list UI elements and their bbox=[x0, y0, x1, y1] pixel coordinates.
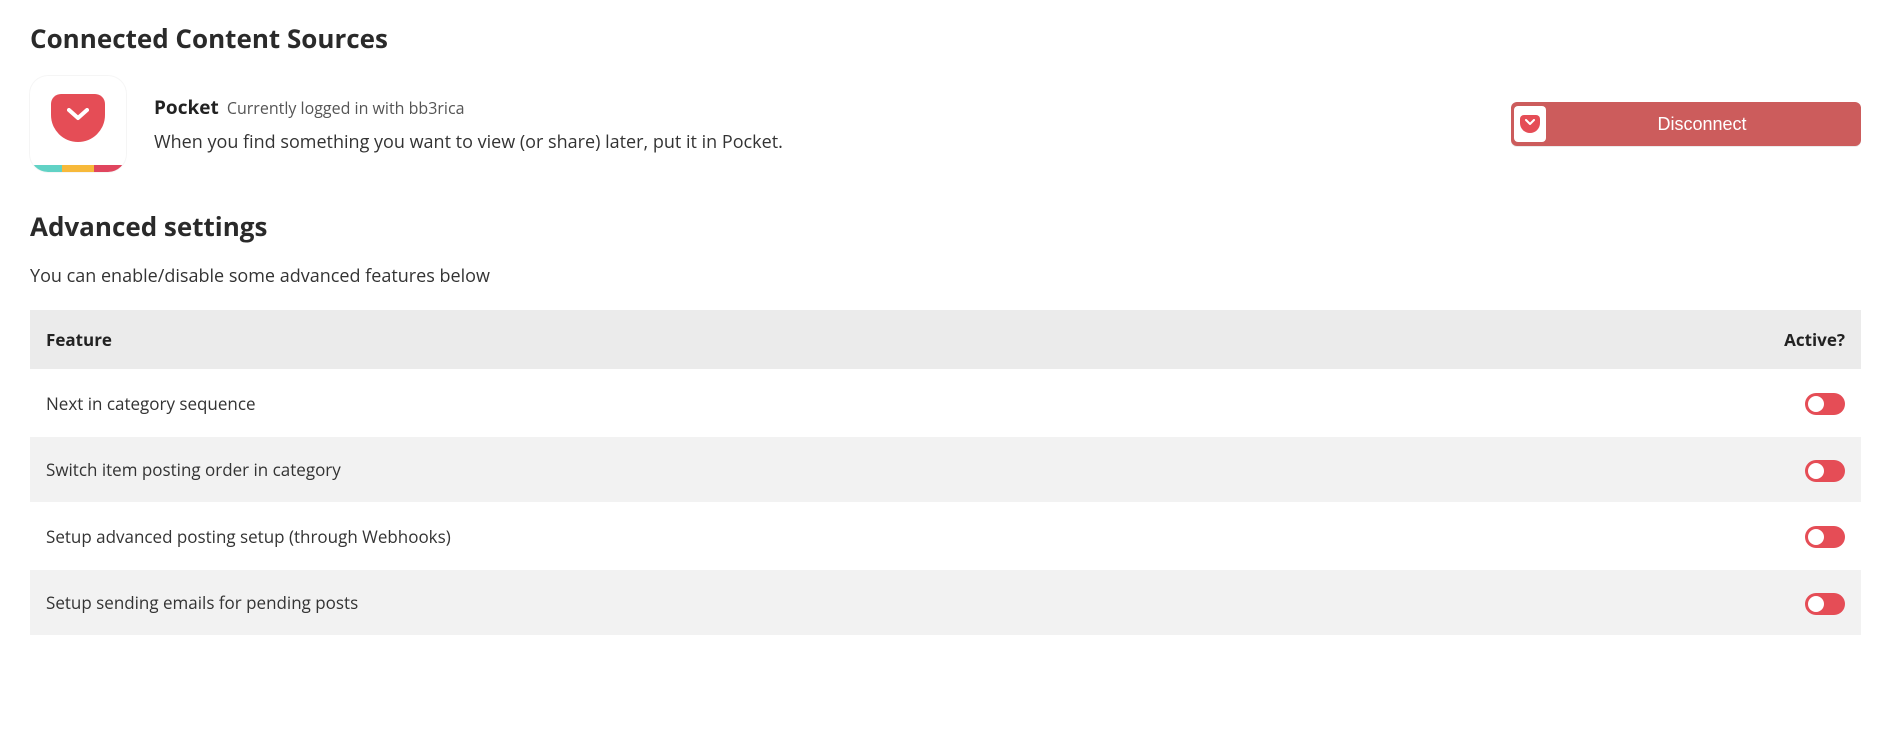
source-name: Pocket bbox=[154, 94, 219, 120]
col-header-active: Active? bbox=[1741, 310, 1861, 369]
pocket-app-icon bbox=[30, 76, 126, 172]
disconnect-button-label: Disconnect bbox=[1546, 114, 1858, 135]
feature-label: Setup advanced posting setup (through We… bbox=[30, 504, 1741, 568]
source-text: Pocket Currently logged in with bb3rica … bbox=[154, 94, 1483, 154]
feature-active-cell bbox=[1741, 570, 1861, 634]
source-description: When you find something you want to view… bbox=[154, 130, 1483, 154]
feature-toggle[interactable] bbox=[1805, 526, 1845, 548]
source-row-pocket: Pocket Currently logged in with bb3rica … bbox=[30, 76, 1861, 172]
table-row: Next in category sequence bbox=[30, 371, 1861, 435]
source-login-status: Currently logged in with bb3rica bbox=[227, 97, 465, 119]
feature-active-cell bbox=[1741, 437, 1861, 501]
pocket-icon bbox=[1514, 106, 1546, 142]
table-row: Switch item posting order in category bbox=[30, 437, 1861, 501]
col-header-feature: Feature bbox=[30, 310, 1741, 369]
feature-label: Setup sending emails for pending posts bbox=[30, 570, 1741, 634]
disconnect-button[interactable]: Disconnect bbox=[1511, 102, 1861, 146]
feature-toggle[interactable] bbox=[1805, 593, 1845, 615]
table-row: Setup sending emails for pending posts bbox=[30, 570, 1861, 634]
feature-active-cell bbox=[1741, 371, 1861, 435]
table-row: Setup advanced posting setup (through We… bbox=[30, 504, 1861, 568]
feature-toggle[interactable] bbox=[1805, 460, 1845, 482]
feature-toggle[interactable] bbox=[1805, 393, 1845, 415]
features-table: Feature Active? Next in category sequenc… bbox=[30, 308, 1861, 637]
feature-label: Switch item posting order in category bbox=[30, 437, 1741, 501]
connected-sources-title: Connected Content Sources bbox=[30, 20, 1861, 56]
feature-active-cell bbox=[1741, 504, 1861, 568]
advanced-settings-desc: You can enable/disable some advanced fea… bbox=[30, 264, 1861, 288]
feature-label: Next in category sequence bbox=[30, 371, 1741, 435]
advanced-settings-title: Advanced settings bbox=[30, 208, 1861, 244]
